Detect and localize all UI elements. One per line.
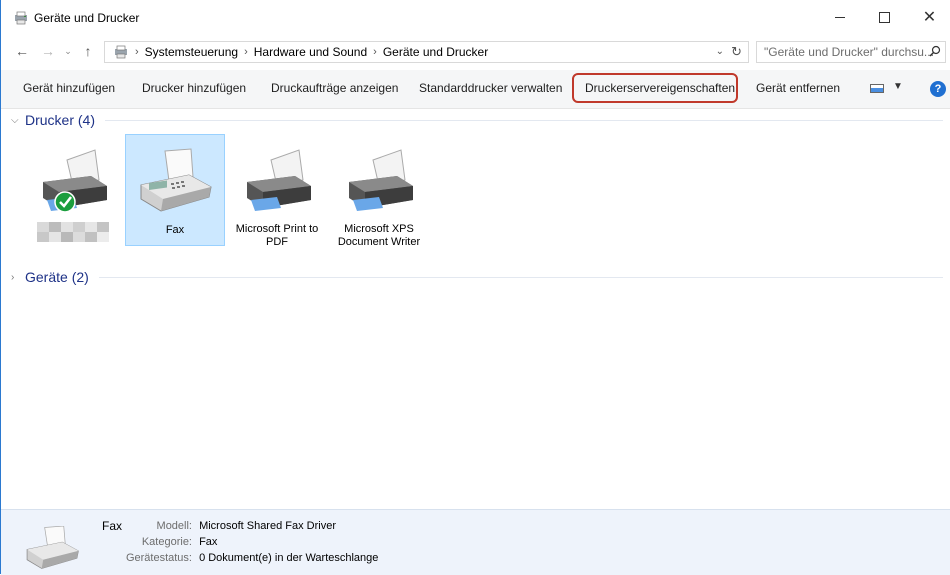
details-category-row: Kategorie: Fax	[132, 536, 218, 548]
details-model-value: Microsoft Shared Fax Driver	[199, 520, 336, 532]
refresh-icon[interactable]: ↻	[731, 44, 742, 60]
breadcrumb-systemsteuerung[interactable]: Systemsteuerung	[145, 45, 238, 59]
group-header-printers[interactable]: ⌵ Drucker (4)	[11, 111, 943, 129]
blurred-name-pixels	[23, 222, 123, 232]
device-label-print-to-pdf: Microsoft Print to PDF	[235, 223, 319, 248]
printer-icon	[349, 149, 413, 211]
command-bar: Gerät hinzufügen Drucker hinzufügen Druc…	[1, 70, 950, 109]
device-label-xps-writer: Microsoft XPS Document Writer	[337, 223, 421, 248]
device-item-xps-writer[interactable]: Microsoft XPS Document Writer	[329, 134, 429, 248]
view-dropdown-icon[interactable]: ▼	[893, 81, 903, 92]
explorer-window: Geräte und Drucker ✕ ← → ⌄ ↑ › Systemste…	[0, 0, 950, 575]
device-item-fax[interactable]: Fax	[125, 134, 225, 246]
details-category-value: Fax	[199, 536, 218, 548]
window-title: Geräte und Drucker	[34, 11, 140, 25]
group-divider	[105, 119, 943, 121]
show-print-jobs-button[interactable]: Druckaufträge anzeigen	[271, 81, 398, 95]
device-item-default-printer[interactable]	[23, 134, 123, 246]
fax-icon	[140, 148, 212, 212]
breadcrumb-devices-printers[interactable]: Geräte und Drucker	[383, 45, 488, 59]
arrow-right-icon: →	[41, 43, 55, 59]
details-device-name: Fax	[102, 519, 123, 533]
recent-locations-button[interactable]: ⌄	[59, 42, 77, 60]
chevron-right-icon[interactable]: ›	[373, 46, 377, 58]
printer-icon	[247, 149, 311, 211]
title-bar: Geräte und Drucker ✕	[1, 0, 950, 34]
close-button[interactable]: ✕	[907, 0, 950, 34]
forward-button[interactable]: →	[39, 42, 57, 60]
chevron-down-icon: ⌵	[11, 114, 19, 126]
search-icon	[929, 45, 941, 57]
group-divider	[98, 276, 943, 278]
help-icon[interactable]: ?	[930, 81, 946, 97]
navigation-bar: ← → ⌄ ↑ › Systemsteuerung › Hardware und…	[1, 38, 950, 66]
details-status-key: Gerätestatus:	[125, 552, 192, 564]
arrow-up-icon: ↑	[84, 43, 92, 59]
fax-icon	[26, 526, 79, 569]
group-header-devices[interactable]: › Geräte (2)	[11, 268, 943, 286]
chevron-right-icon[interactable]: ›	[244, 46, 248, 58]
minimize-button[interactable]	[817, 0, 862, 34]
printer-icon	[43, 149, 107, 213]
device-label-fax: Fax	[165, 224, 185, 236]
add-device-button[interactable]: Gerät hinzufügen	[23, 81, 115, 95]
blurred-name-pixels	[23, 232, 123, 242]
close-icon: ✕	[922, 9, 937, 26]
manage-default-printers-button[interactable]: Standarddrucker verwalten	[419, 81, 562, 95]
add-printer-button[interactable]: Drucker hinzufügen	[142, 81, 246, 95]
devices-printers-icon	[15, 11, 27, 25]
chevron-right-icon[interactable]: ›	[135, 46, 139, 58]
devices-printers-icon	[115, 45, 127, 59]
details-model-key: Modell:	[156, 520, 192, 532]
search-input[interactable]: "Geräte und Drucker" durchsu...	[756, 41, 946, 63]
up-button[interactable]: ↑	[79, 42, 97, 60]
breadcrumb-hardware-sound[interactable]: Hardware und Sound	[254, 45, 367, 59]
details-status-value: 0 Dokument(e) in der Warteschlange	[199, 552, 379, 564]
details-pane: Fax Modell: Microsoft Shared Fax Driver …	[1, 509, 950, 575]
arrow-left-icon: ←	[15, 43, 29, 59]
details-model-row: Modell: Microsoft Shared Fax Driver	[148, 520, 336, 532]
print-server-properties-button[interactable]: Druckerservereigenschaften	[585, 81, 735, 95]
group-label-devices: Geräte (2)	[25, 269, 89, 285]
address-dropdown-icon[interactable]: ⌄	[716, 46, 724, 57]
chevron-down-icon: ⌄	[64, 45, 72, 56]
device-item-print-to-pdf[interactable]: Microsoft Print to PDF	[227, 134, 327, 248]
search-placeholder: "Geräte und Drucker" durchsu...	[764, 45, 934, 59]
address-bar[interactable]: › Systemsteuerung › Hardware und Sound ›…	[104, 41, 749, 63]
remove-device-button[interactable]: Gerät entfernen	[756, 81, 840, 95]
back-button[interactable]: ←	[13, 42, 31, 60]
details-category-key: Kategorie:	[141, 536, 192, 548]
group-label-printers: Drucker (4)	[25, 112, 96, 128]
details-status-row: Gerätestatus: 0 Dokument(e) in der Warte…	[121, 552, 378, 564]
maximize-button[interactable]	[862, 0, 907, 34]
maximize-icon	[879, 11, 890, 23]
view-options-icon[interactable]	[870, 84, 884, 93]
chevron-right-icon: ›	[11, 271, 15, 283]
minimize-icon	[834, 16, 845, 18]
